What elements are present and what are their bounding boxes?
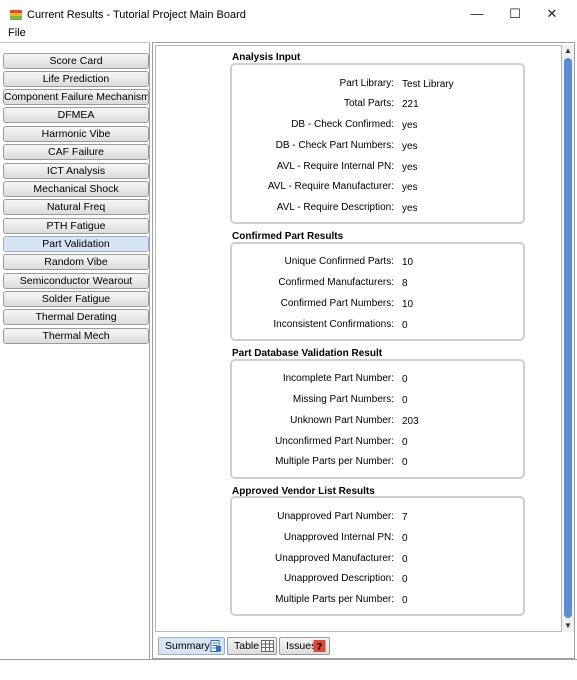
maximize-button[interactable]: ☐: [496, 0, 534, 27]
sidebar-item-semiconductor-wearout[interactable]: Semiconductor Wearout: [3, 273, 149, 289]
section-title-confirmed-part-results: Confirmed Part Results: [232, 231, 344, 242]
sidebar-item-component-failure-mechanism[interactable]: Component Failure Mechanism: [3, 89, 149, 105]
field-value: 0: [402, 457, 408, 468]
field-value: 0: [402, 554, 408, 565]
vertical-scrollbar[interactable]: ▲ ▼: [562, 45, 574, 632]
window-bottom-border: [0, 659, 577, 660]
field-label: Confirmed Manufacturers:: [278, 277, 394, 288]
field-value: 221: [402, 99, 419, 110]
minimize-button[interactable]: —: [458, 0, 496, 27]
tab-table[interactable]: Table: [227, 637, 277, 655]
field-value: 10: [402, 257, 414, 268]
field-label: AVL - Require Manufacturer:: [267, 181, 394, 192]
menu-bar: File: [0, 27, 577, 41]
sidebar-item-thermal-derating[interactable]: Thermal Derating: [3, 309, 149, 325]
tab-summary[interactable]: Summary: [158, 637, 225, 655]
document-icon: [210, 640, 221, 652]
tab-issues[interactable]: Issues ?: [279, 637, 330, 655]
field-label: Unknown Part Number:: [290, 415, 394, 426]
sidebar-item-thermal-mech[interactable]: Thermal Mech: [3, 328, 149, 344]
field-value: Test Library: [402, 79, 454, 90]
field-label: Unique Confirmed Parts:: [284, 256, 395, 267]
field-value: 10: [402, 299, 414, 310]
sidebar-item-ict-analysis[interactable]: ICT Analysis: [3, 163, 149, 179]
field-value: 0: [402, 595, 408, 606]
field-value: 0: [402, 574, 408, 585]
field-value: 203: [402, 416, 419, 427]
field-value: 8: [402, 278, 408, 289]
window-title: Current Results - Tutorial Project Main …: [27, 9, 246, 21]
scroll-thumb[interactable]: [564, 58, 572, 618]
question-icon: ?: [313, 640, 326, 652]
sidebar-item-caf-failure[interactable]: CAF Failure: [3, 144, 149, 160]
results-sidebar: Score Card Life Prediction Component Fai…: [0, 42, 150, 659]
field-label: AVL - Require Internal PN:: [276, 161, 394, 172]
field-value: yes: [402, 182, 418, 193]
view-tab-bar: Summary Table Issues ?: [153, 634, 574, 658]
sidebar-item-mechanical-shock[interactable]: Mechanical Shock: [3, 181, 149, 197]
sidebar-item-harmonic-vibe[interactable]: Harmonic Vibe: [3, 126, 149, 142]
scroll-down-arrow-icon[interactable]: ▼: [562, 620, 574, 632]
tab-table-label: Table: [234, 640, 260, 652]
field-value: 0: [402, 395, 408, 406]
field-value: yes: [402, 203, 418, 214]
sidebar-item-dfmea[interactable]: DFMEA: [3, 107, 149, 123]
field-value: 0: [402, 374, 408, 385]
sidebar-item-part-validation[interactable]: Part Validation: [3, 236, 149, 252]
tab-summary-label: Summary: [165, 640, 210, 652]
close-button[interactable]: ✕: [533, 0, 571, 27]
field-value: yes: [402, 120, 418, 131]
field-value: 0: [402, 320, 408, 331]
sidebar-item-natural-freq[interactable]: Natural Freq: [3, 199, 149, 215]
app-icon: [10, 10, 22, 20]
scroll-up-arrow-icon[interactable]: ▲: [562, 45, 574, 57]
grid-icon: [261, 640, 274, 652]
field-label: Unapproved Part Number:: [277, 511, 394, 522]
field-value: 0: [402, 437, 408, 448]
sidebar-item-life-prediction[interactable]: Life Prediction: [3, 71, 149, 87]
sidebar-item-solder-fatigue[interactable]: Solder Fatigue: [3, 291, 149, 307]
field-label: Unapproved Description:: [283, 573, 394, 584]
field-value: 7: [402, 512, 408, 523]
title-bar: Current Results - Tutorial Project Main …: [0, 0, 577, 27]
field-label: AVL - Require Description:: [276, 202, 394, 213]
field-label: DB - Check Confirmed:: [291, 119, 394, 130]
svg-text:?: ?: [317, 642, 323, 652]
field-label: Multiple Parts per Number:: [275, 456, 394, 467]
field-label: Unapproved Internal PN:: [283, 532, 394, 543]
field-label: DB - Check Part Numbers:: [275, 140, 394, 151]
field-value: 0: [402, 533, 408, 544]
sidebar-item-pth-fatigue[interactable]: PTH Fatigue: [3, 218, 149, 234]
sidebar-item-random-vibe[interactable]: Random Vibe: [3, 254, 149, 270]
menu-file[interactable]: File: [8, 27, 26, 39]
section-title-analysis-input: Analysis Input: [232, 52, 301, 63]
field-label: Confirmed Part Numbers:: [280, 298, 394, 309]
field-label: Unapproved Manufacturer:: [275, 553, 394, 564]
field-label: Incomplete Part Number:: [282, 373, 394, 384]
field-label: Unconfirmed Part Number:: [275, 436, 394, 447]
field-label: Multiple Parts per Number:: [275, 594, 394, 605]
field-label: Missing Part Numbers:: [292, 394, 394, 405]
field-value: yes: [402, 162, 418, 173]
field-value: yes: [402, 141, 418, 152]
field-label: Inconsistent Confirmations:: [273, 319, 394, 330]
field-label: Total Parts:: [343, 98, 394, 109]
field-label: Part Library:: [339, 78, 394, 89]
section-title-part-database-validation: Part Database Validation Result: [232, 348, 383, 359]
sidebar-item-score-card[interactable]: Score Card: [3, 53, 149, 69]
tab-issues-label: Issues: [286, 640, 317, 652]
